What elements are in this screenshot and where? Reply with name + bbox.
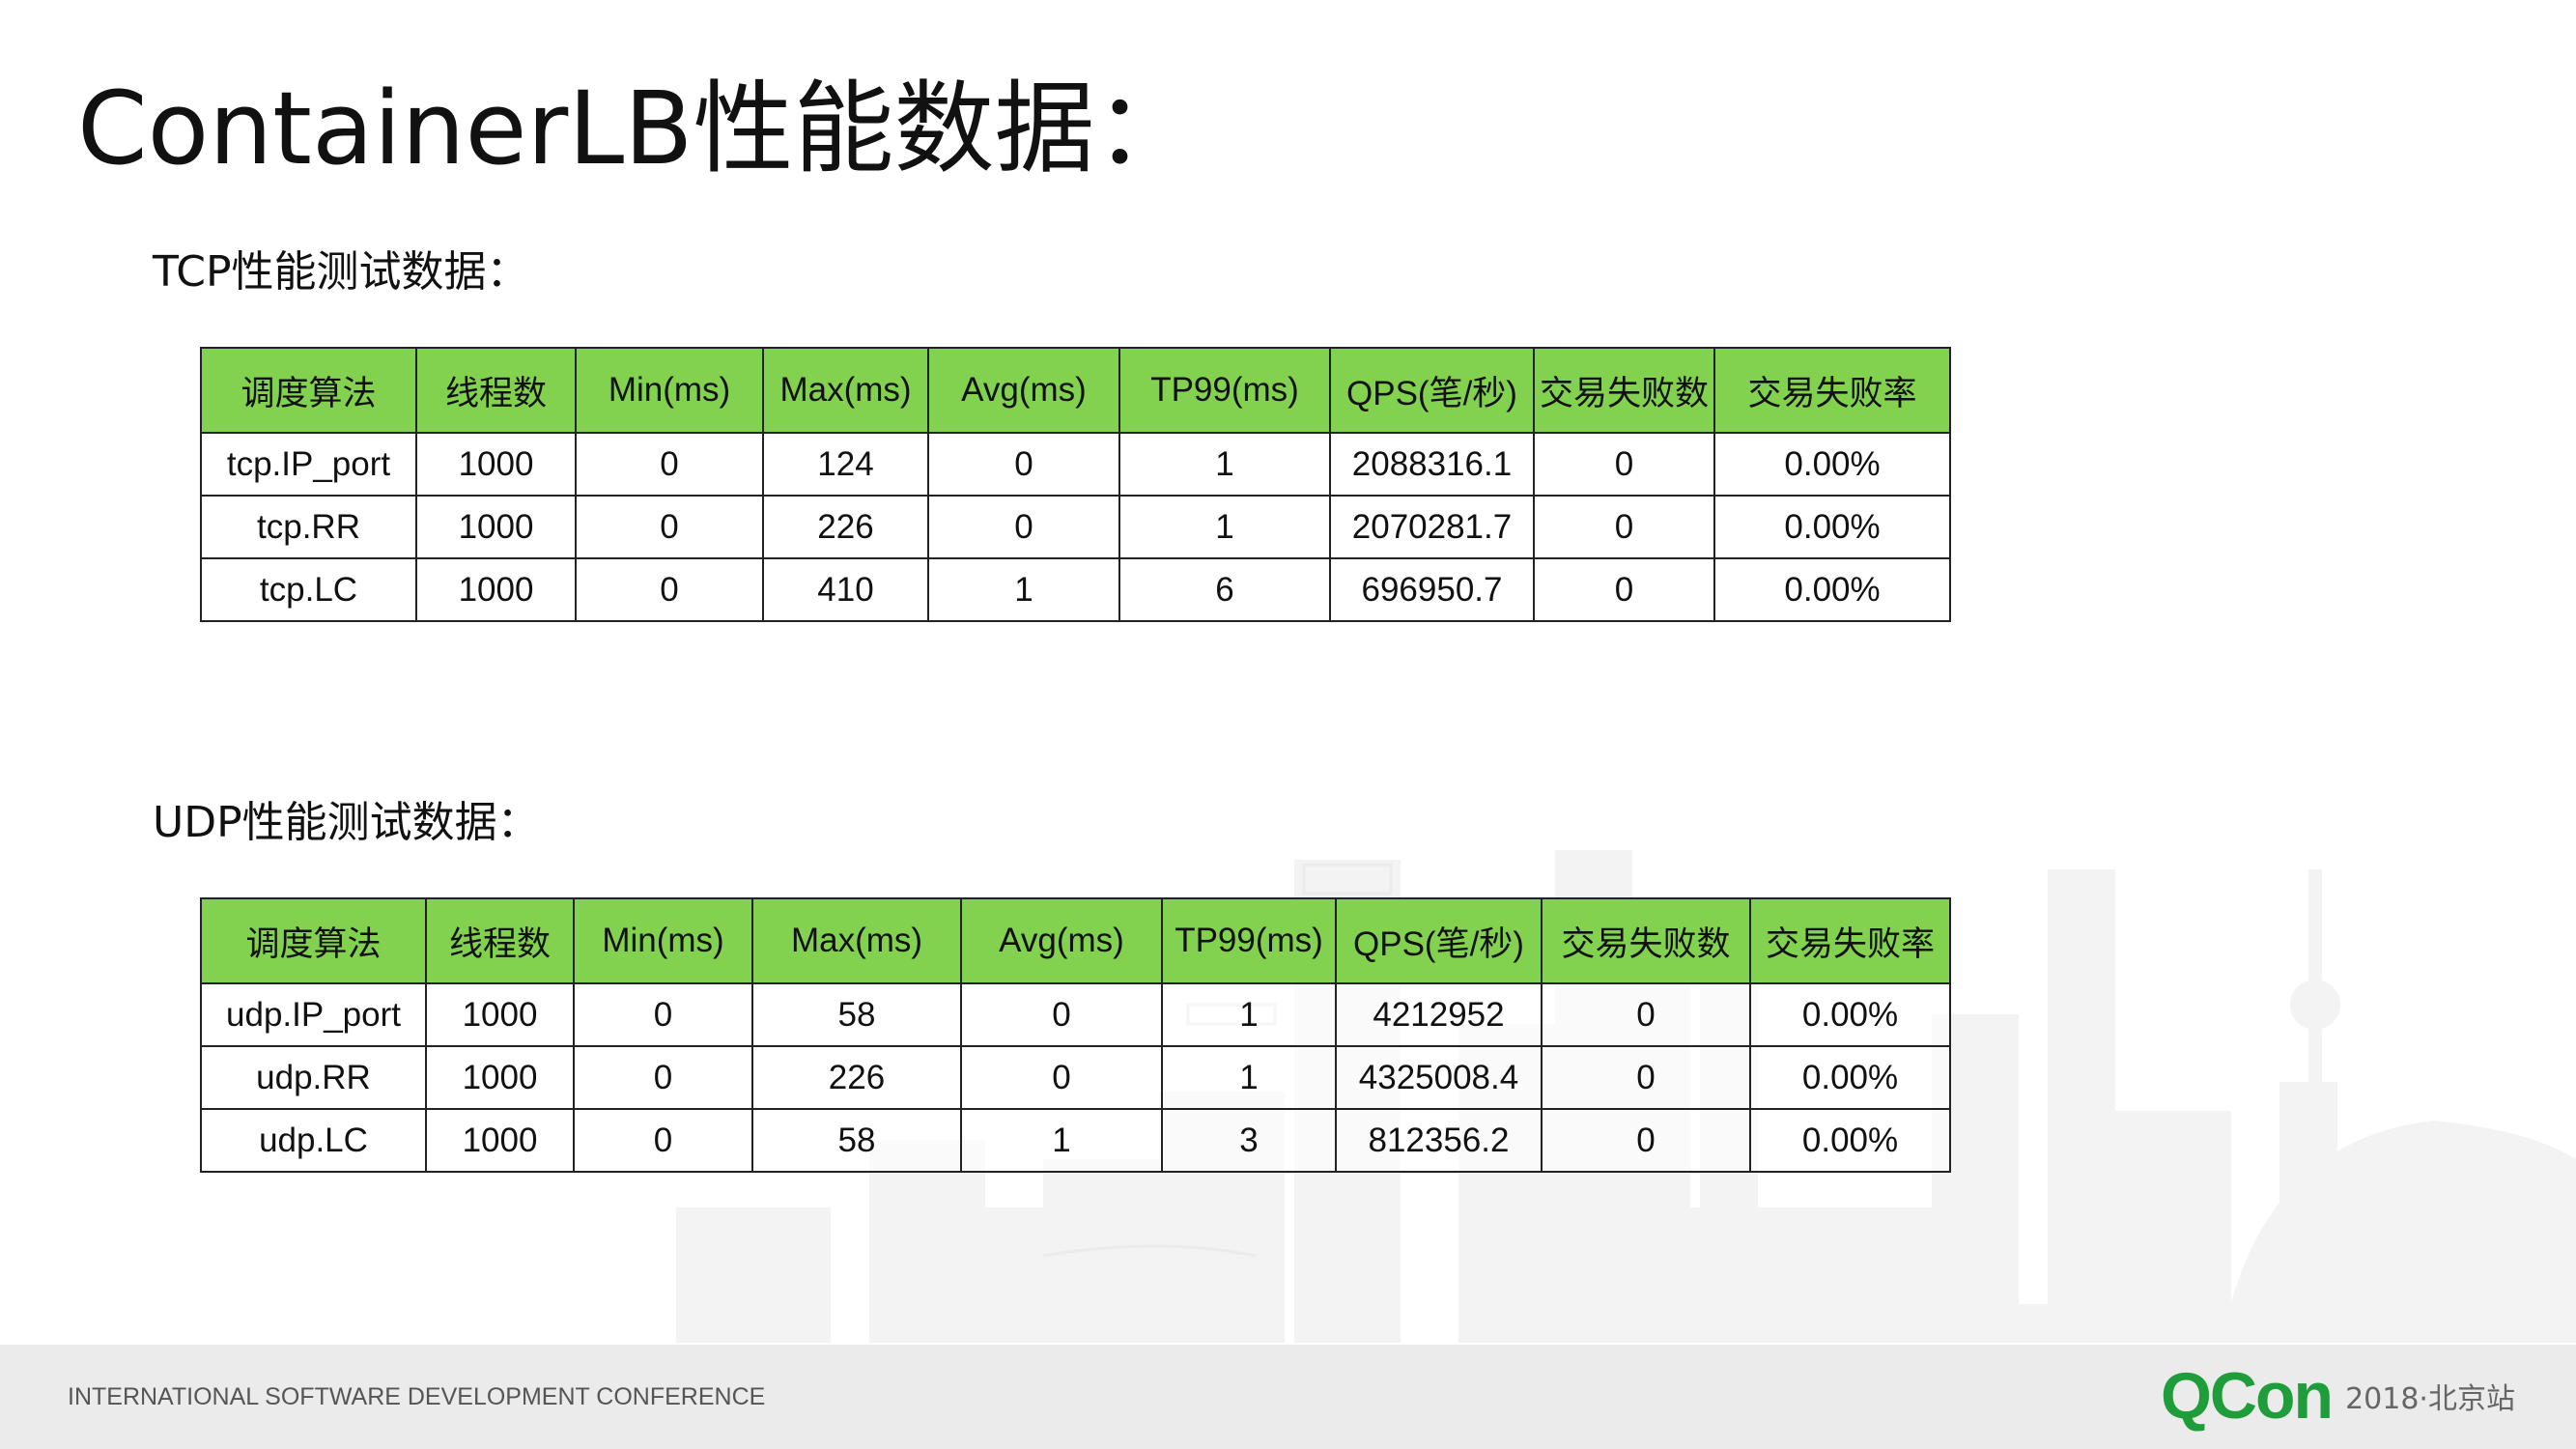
cell-avg: 1 [927,557,1120,622]
cell-max: 58 [751,982,962,1047]
cell-algorithm: tcp.LC [200,557,417,622]
cell-max: 124 [762,432,929,497]
cell-fail-rate: 0.00% [1749,1108,1951,1173]
header-cell-qps: QPS(笔/秒) [1329,347,1535,434]
header-cell-tp99: TP99(ms) [1118,347,1331,434]
tcp-section-heading: TCP性能测试数据： [153,247,529,297]
cell-max: 226 [751,1045,962,1110]
qcon-logo-mark: QCon [2161,1359,2334,1433]
cell-threads: 1000 [425,1045,575,1110]
qcon-logo: QCon 2018·北京站 [2161,1357,2515,1435]
city-skyline-background [676,850,2576,1343]
cell-tp99: 1 [1161,982,1337,1047]
cell-fail-rate: 0.00% [1713,557,1951,622]
cell-fail-count: 0 [1533,557,1715,622]
header-cell-min: Min(ms) [575,347,764,434]
cell-qps: 2088316.1 [1329,432,1535,497]
header-cell-avg: Avg(ms) [927,347,1120,434]
cell-threads: 1000 [415,557,577,622]
table-row: udp.RR 1000 0 226 0 1 4325008.4 0 0.00% [200,1045,1951,1110]
header-cell-fail-rate: 交易失败率 [1749,897,1951,984]
cell-min: 0 [575,557,764,622]
header-cell-fail-count: 交易失败数 [1533,347,1715,434]
cell-avg: 0 [927,432,1120,497]
cell-fail-count: 0 [1533,495,1715,559]
table-row: udp.IP_port 1000 0 58 0 1 4212952 0 0.00… [200,982,1951,1047]
cell-max: 226 [762,495,929,559]
table-row: tcp.LC 1000 0 410 1 6 696950.7 0 0.00% [200,557,1951,622]
cell-fail-rate: 0.00% [1749,982,1951,1047]
cell-tp99: 1 [1118,495,1331,559]
cell-qps: 4212952 [1335,982,1543,1047]
cell-fail-count: 0 [1533,432,1715,497]
cell-algorithm: udp.LC [200,1108,427,1173]
cell-fail-rate: 0.00% [1713,495,1951,559]
header-cell-threads: 线程数 [425,897,575,984]
cell-min: 0 [575,495,764,559]
header-cell-algorithm: 调度算法 [200,897,427,984]
header-cell-avg: Avg(ms) [960,897,1163,984]
cell-fail-count: 0 [1541,1045,1751,1110]
cell-algorithm: udp.IP_port [200,982,427,1047]
cell-max: 58 [751,1108,962,1173]
cell-tp99: 6 [1118,557,1331,622]
cell-fail-rate: 0.00% [1713,432,1951,497]
cell-threads: 1000 [425,1108,575,1173]
cell-tp99: 3 [1161,1108,1337,1173]
cell-avg: 0 [960,1045,1163,1110]
cell-min: 0 [573,1108,753,1173]
conference-name: INTERNATIONAL SOFTWARE DEVELOPMENT CONFE… [68,1383,766,1410]
cell-algorithm: tcp.IP_port [200,432,417,497]
cell-qps: 812356.2 [1335,1108,1543,1173]
header-cell-min: Min(ms) [573,897,753,984]
udp-section-heading: UDP性能测试数据： [153,798,540,847]
header-cell-tp99: TP99(ms) [1161,897,1337,984]
table-row: tcp.RR 1000 0 226 0 1 2070281.7 0 0.00% [200,495,1951,559]
cell-avg: 0 [927,495,1120,559]
cell-algorithm: udp.RR [200,1045,427,1110]
table-header-row: 调度算法 线程数 Min(ms) Max(ms) Avg(ms) TP99(ms… [200,347,1951,434]
cell-max: 410 [762,557,929,622]
cell-avg: 1 [960,1108,1163,1173]
header-cell-max: Max(ms) [751,897,962,984]
header-cell-fail-count: 交易失败数 [1541,897,1751,984]
cell-qps: 2070281.7 [1329,495,1535,559]
header-cell-fail-rate: 交易失败率 [1713,347,1951,434]
cell-threads: 1000 [415,495,577,559]
cell-threads: 1000 [415,432,577,497]
cell-fail-rate: 0.00% [1749,1045,1951,1110]
cell-min: 0 [573,982,753,1047]
header-cell-qps: QPS(笔/秒) [1335,897,1543,984]
cell-min: 0 [573,1045,753,1110]
cell-fail-count: 0 [1541,1108,1751,1173]
cell-avg: 0 [960,982,1163,1047]
cell-min: 0 [575,432,764,497]
conference-edition: 2018·北京站 [2345,1382,2515,1416]
cell-qps: 696950.7 [1329,557,1535,622]
cell-threads: 1000 [425,982,575,1047]
table-row: tcp.IP_port 1000 0 124 0 1 2088316.1 0 0… [200,432,1951,497]
cell-algorithm: tcp.RR [200,495,417,559]
cell-tp99: 1 [1118,432,1331,497]
table-row: udp.LC 1000 0 58 1 3 812356.2 0 0.00% [200,1108,1951,1173]
udp-performance-table: 调度算法 线程数 Min(ms) Max(ms) Avg(ms) TP99(ms… [200,897,1951,1173]
cell-qps: 4325008.4 [1335,1045,1543,1110]
tcp-performance-table: 调度算法 线程数 Min(ms) Max(ms) Avg(ms) TP99(ms… [200,347,1951,622]
table-header-row: 调度算法 线程数 Min(ms) Max(ms) Avg(ms) TP99(ms… [200,897,1951,984]
cell-tp99: 1 [1161,1045,1337,1110]
page-title: ContainerLB性能数据： [77,70,1196,187]
header-cell-threads: 线程数 [415,347,577,434]
cell-fail-count: 0 [1541,982,1751,1047]
header-cell-max: Max(ms) [762,347,929,434]
header-cell-algorithm: 调度算法 [200,347,417,434]
